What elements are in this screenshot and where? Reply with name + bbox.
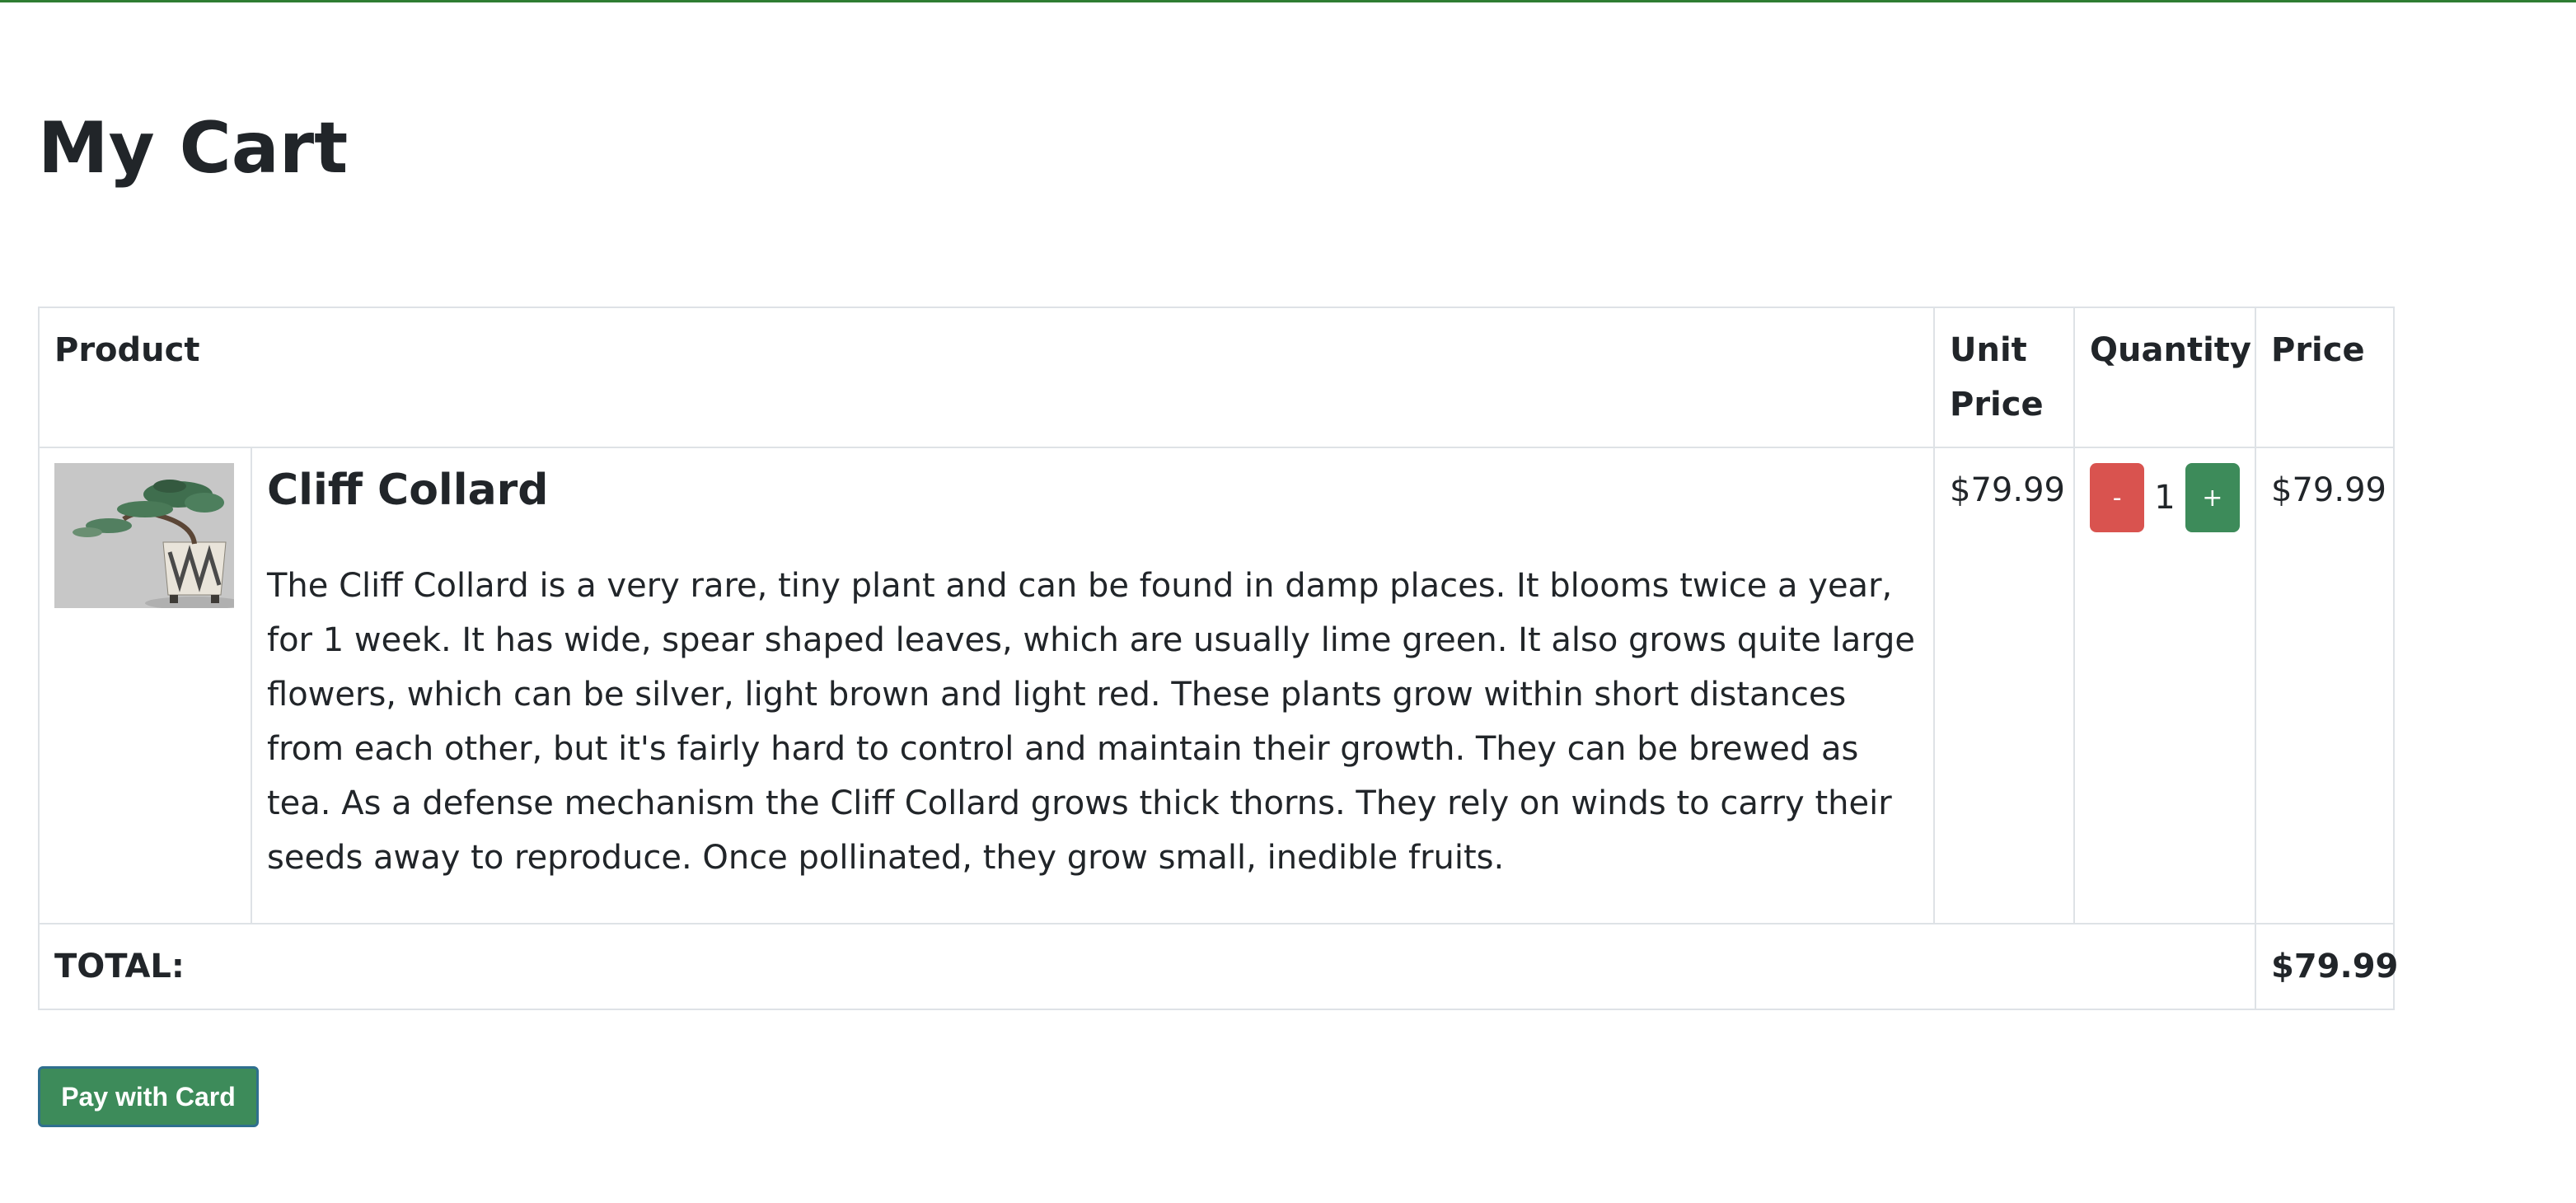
page-title: My Cart	[38, 107, 349, 190]
header-unit-price: Unit Price	[1933, 307, 2075, 448]
cart-total-row: TOTAL: $79.99	[38, 923, 2398, 1010]
pay-with-card-button[interactable]: Pay with Card	[38, 1066, 259, 1127]
top-accent-rule	[0, 0, 2576, 2]
quantity-cell: - 1 +	[2073, 447, 2256, 924]
total-label: TOTAL:	[38, 923, 2256, 1010]
bonsai-plant-image	[54, 463, 234, 608]
cart-table: Product Unit Price Quantity Price Cliff …	[38, 307, 2398, 1010]
quantity-stepper: - 1 +	[2090, 463, 2240, 532]
price-cell: $79.99	[2255, 447, 2395, 924]
header-product: Product	[38, 307, 1935, 448]
product-thumbnail-cell	[38, 447, 252, 924]
product-details-cell: Cliff Collard The Cliff Collard is a ver…	[251, 447, 1935, 924]
product-description: The Cliff Collard is a very rare, tiny p…	[267, 567, 1915, 877]
product-image	[54, 463, 234, 608]
cart-header-row: Product Unit Price Quantity Price	[38, 307, 2395, 448]
unit-price-cell: $79.99	[1933, 447, 2075, 924]
header-price: Price	[2255, 307, 2395, 448]
cart-item-row: Cliff Collard The Cliff Collard is a ver…	[38, 447, 2395, 924]
product-name: Cliff Collard	[267, 466, 549, 515]
increment-quantity-button[interactable]: +	[2185, 463, 2240, 532]
total-value: $79.99	[2255, 923, 2398, 1010]
decrement-quantity-button[interactable]: -	[2090, 463, 2145, 532]
header-quantity: Quantity	[2073, 307, 2256, 448]
quantity-value: 1	[2154, 479, 2176, 517]
